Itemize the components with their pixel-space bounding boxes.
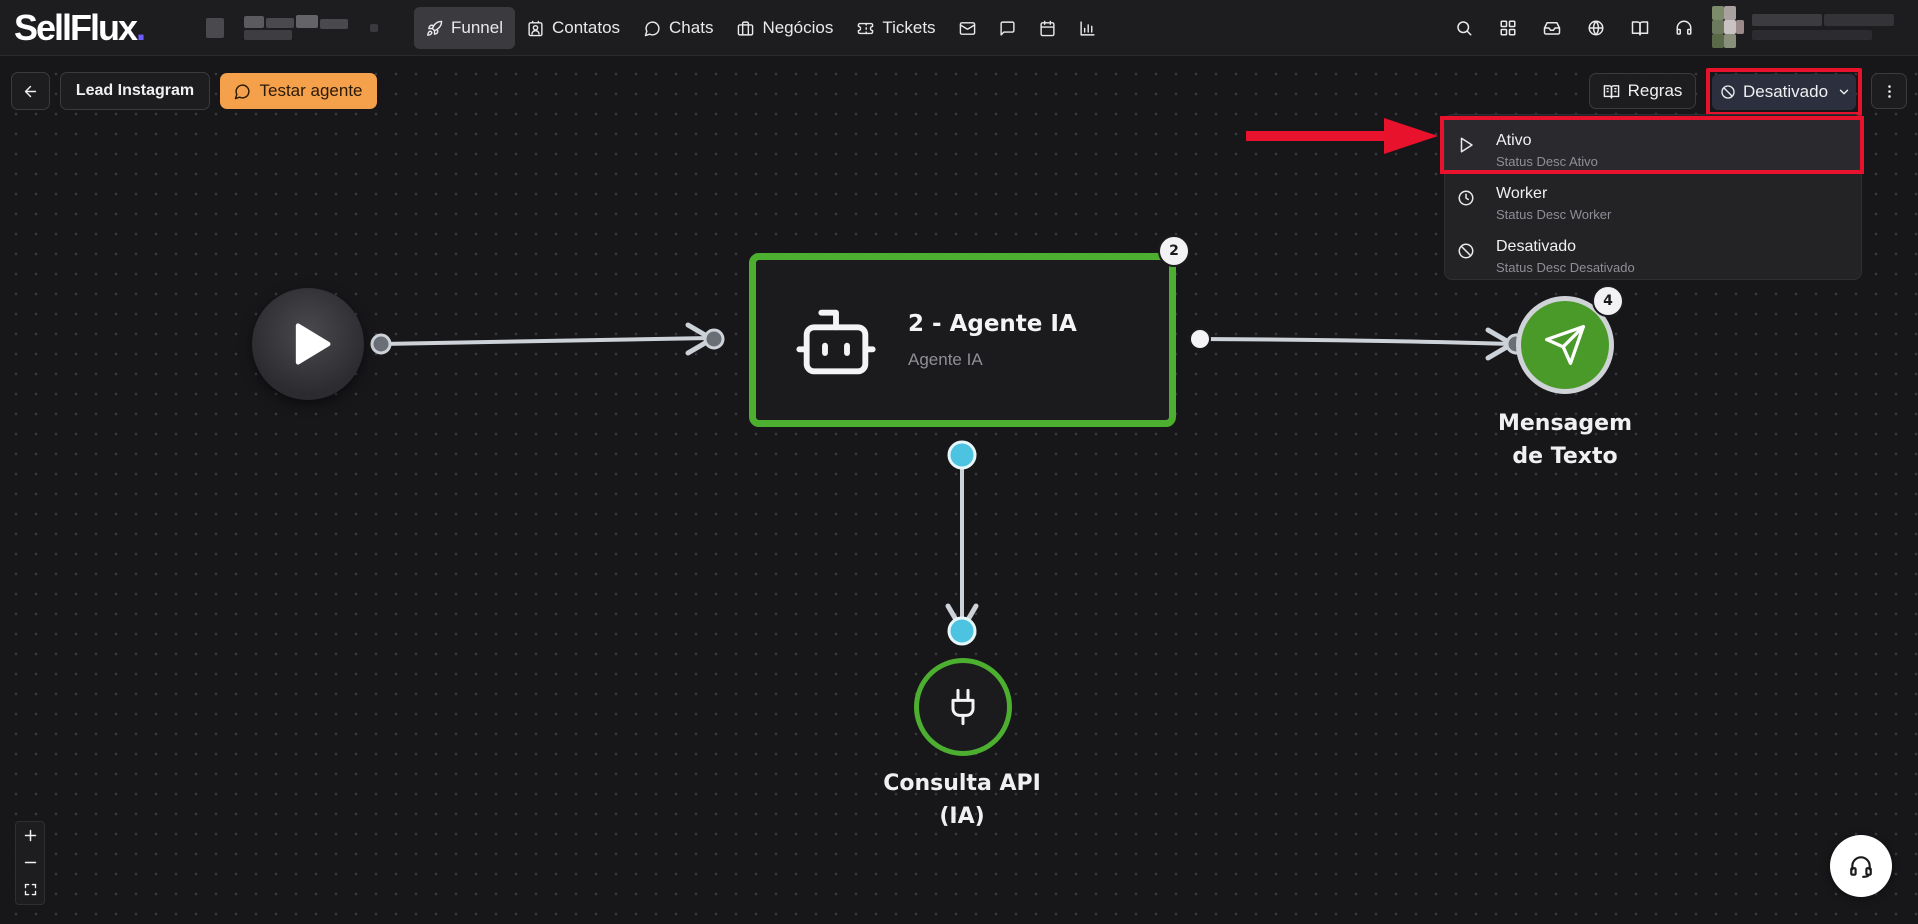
ativo-annotation-box [1440, 116, 1864, 174]
agent-output-handle [1189, 328, 1211, 350]
ban-icon [1458, 243, 1474, 259]
plug-icon [951, 688, 975, 726]
agent-node-subtitle: Agente IA [908, 350, 983, 369]
start-output-handle [370, 333, 392, 355]
annotation-arrow [1246, 118, 1438, 154]
agent-tool-handle [947, 440, 977, 470]
agent-input-handle [703, 328, 725, 350]
message-node-label-line2: de Texto [1512, 444, 1618, 469]
play-icon [295, 323, 331, 365]
status-option-worker[interactable]: Worker Status Desc Worker [1445, 173, 1863, 225]
message-node-label-line1: Mensagem [1497, 411, 1632, 436]
start-node[interactable] [252, 288, 364, 400]
agent-node-title: 2 - Agente IA [908, 311, 1077, 337]
consulta-api-node[interactable] [914, 658, 1012, 756]
minus-icon [24, 861, 36, 864]
status-option-desativado[interactable]: Desativado Status Desc Desativado [1445, 226, 1863, 278]
api-input-handle [947, 616, 977, 646]
agent-node-badge: 2 [1158, 235, 1190, 267]
status-option-worker-desc: Status Desc Worker [1496, 207, 1612, 222]
api-node-label-line1: Consulta API [883, 771, 1041, 796]
message-node-badge: 4 [1592, 285, 1624, 317]
api-node-label-line2: (IA) [939, 804, 985, 829]
plus-icon [24, 829, 36, 842]
edge-start-agent [380, 336, 711, 346]
status-option-desativado-desc: Status Desc Desativado [1496, 260, 1635, 275]
zoom-out-button[interactable] [16, 849, 44, 876]
status-option-worker-title: Worker [1496, 185, 1548, 202]
zoom-controls [15, 821, 45, 905]
edge-agent-message [1199, 337, 1513, 346]
headset-icon [1850, 856, 1872, 878]
agent-ia-node[interactable] [749, 253, 1176, 427]
fullscreen-icon [24, 883, 36, 896]
clock-icon [1458, 190, 1474, 206]
support-chat-button[interactable] [1830, 835, 1892, 897]
message-node-label: Mensagem de Texto [1480, 407, 1650, 473]
bot-icon [796, 309, 876, 375]
status-option-desativado-title: Desativado [1496, 238, 1577, 255]
fit-view-button[interactable] [16, 876, 44, 903]
send-icon [1545, 325, 1585, 365]
api-node-label: Consulta API (IA) [862, 767, 1062, 833]
zoom-in-button[interactable] [16, 822, 44, 849]
